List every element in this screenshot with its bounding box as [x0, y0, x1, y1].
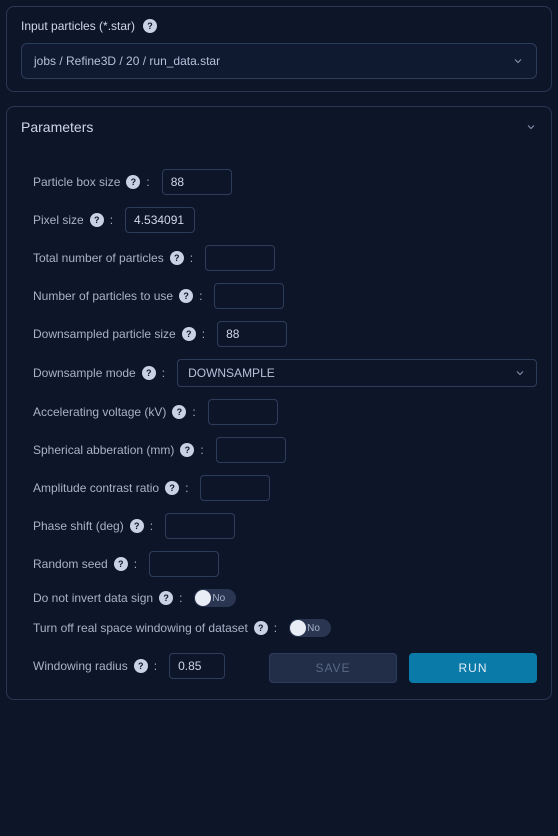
input-particle-box-size[interactable] — [162, 169, 232, 195]
toggle-no-invert-sign[interactable]: No — [194, 589, 236, 607]
input-random-seed[interactable] — [149, 551, 219, 577]
label-downsampled-size: Downsampled particle size — [33, 327, 176, 341]
row-windowing-radius: Windowing radius ? : SAVE RUN — [33, 649, 537, 683]
toggle-turn-off-window[interactable]: No — [289, 619, 331, 637]
save-button[interactable]: SAVE — [269, 653, 397, 683]
toggle-knob — [195, 590, 211, 606]
chevron-down-icon — [514, 367, 526, 379]
toggle-knob — [290, 620, 306, 636]
input-total-particles[interactable] — [205, 245, 275, 271]
row-accel-voltage: Accelerating voltage (kV) ? : — [33, 399, 537, 425]
label-no-invert-sign: Do not invert data sign — [33, 591, 153, 605]
row-num-to-use: Number of particles to use ? : — [33, 283, 537, 309]
help-icon[interactable]: ? — [165, 481, 179, 495]
row-spherical-ab: Spherical abberation (mm) ? : — [33, 437, 537, 463]
row-phase-shift: Phase shift (deg) ? : — [33, 513, 537, 539]
label-windowing-radius: Windowing radius — [33, 659, 128, 673]
row-amp-contrast: Amplitude contrast ratio ? : — [33, 475, 537, 501]
input-num-to-use[interactable] — [214, 283, 284, 309]
help-icon[interactable]: ? — [90, 213, 104, 227]
parameters-panel: Parameters Particle box size ? : Pixel s… — [6, 106, 552, 700]
help-icon[interactable]: ? — [130, 519, 144, 533]
parameters-header[interactable]: Parameters — [21, 119, 537, 135]
label-particle-box-size: Particle box size — [33, 175, 120, 189]
run-button[interactable]: RUN — [409, 653, 537, 683]
input-downsampled-size[interactable] — [217, 321, 287, 347]
label-total-particles: Total number of particles — [33, 251, 164, 265]
parameters-title: Parameters — [21, 119, 93, 135]
row-downsample-mode: Downsample mode ? : DOWNSAMPLE — [33, 359, 537, 387]
toggle-no-invert-sign-text: No — [212, 593, 225, 604]
row-turn-off-window: Turn off real space windowing of dataset… — [33, 619, 537, 637]
label-num-to-use: Number of particles to use — [33, 289, 173, 303]
help-icon[interactable]: ? — [180, 443, 194, 457]
row-no-invert-sign: Do not invert data sign ? : No — [33, 589, 537, 607]
input-particles-select[interactable]: jobs / Refine3D / 20 / run_data.star — [21, 43, 537, 79]
help-icon[interactable]: ? — [254, 621, 268, 635]
help-icon[interactable]: ? — [172, 405, 186, 419]
input-particles-panel: Input particles (*.star) ? jobs / Refine… — [6, 6, 552, 92]
help-icon[interactable]: ? — [159, 591, 173, 605]
input-amp-contrast[interactable] — [200, 475, 270, 501]
help-icon[interactable]: ? — [179, 289, 193, 303]
label-phase-shift: Phase shift (deg) — [33, 519, 124, 533]
row-particle-box-size: Particle box size ? : — [33, 169, 537, 195]
input-pixel-size[interactable] — [125, 207, 195, 233]
select-downsample-mode[interactable]: DOWNSAMPLE — [177, 359, 537, 387]
input-accel-voltage[interactable] — [208, 399, 278, 425]
help-icon[interactable]: ? — [182, 327, 196, 341]
input-phase-shift[interactable] — [165, 513, 235, 539]
input-windowing-radius[interactable] — [169, 653, 225, 679]
help-icon[interactable]: ? — [142, 366, 156, 380]
label-pixel-size: Pixel size — [33, 213, 84, 227]
chevron-down-icon — [512, 55, 524, 67]
select-downsample-mode-value: DOWNSAMPLE — [188, 366, 275, 380]
help-icon[interactable]: ? — [170, 251, 184, 265]
input-spherical-ab[interactable] — [216, 437, 286, 463]
row-downsampled-size: Downsampled particle size ? : — [33, 321, 537, 347]
label-downsample-mode: Downsample mode — [33, 366, 136, 380]
chevron-down-icon — [525, 121, 537, 133]
label-spherical-ab: Spherical abberation (mm) — [33, 443, 174, 457]
row-pixel-size: Pixel size ? : — [33, 207, 537, 233]
row-random-seed: Random seed ? : — [33, 551, 537, 577]
label-accel-voltage: Accelerating voltage (kV) — [33, 405, 166, 419]
help-icon[interactable]: ? — [114, 557, 128, 571]
toggle-turn-off-window-text: No — [307, 623, 320, 634]
input-particles-label: Input particles (*.star) — [21, 19, 135, 33]
row-total-particles: Total number of particles ? : — [33, 245, 537, 271]
help-icon[interactable]: ? — [134, 659, 148, 673]
label-amp-contrast: Amplitude contrast ratio — [33, 481, 159, 495]
label-random-seed: Random seed — [33, 557, 108, 571]
help-icon[interactable]: ? — [126, 175, 140, 189]
label-turn-off-window: Turn off real space windowing of dataset — [33, 621, 248, 635]
input-particles-path: jobs / Refine3D / 20 / run_data.star — [34, 54, 220, 68]
help-icon[interactable]: ? — [143, 19, 157, 33]
